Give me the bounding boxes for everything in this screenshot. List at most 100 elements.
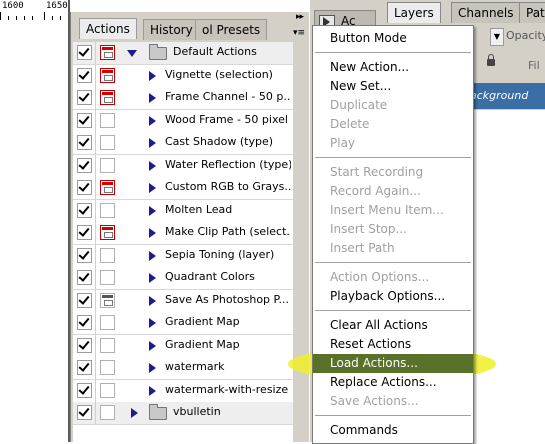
menu-item-action-options: Action Options...: [330, 270, 430, 284]
dialog-toggle-icon[interactable]: [100, 270, 115, 285]
expand-triangle-icon[interactable]: [149, 70, 156, 81]
action-row[interactable]: Sepia Toning (layer): [73, 244, 293, 268]
expand-triangle-icon[interactable]: [149, 340, 156, 351]
dialog-toggle-icon[interactable]: [100, 90, 115, 105]
tab-tool-presets[interactable]: ol Presets: [195, 19, 268, 40]
expand-triangle-icon[interactable]: [149, 138, 156, 148]
dialog-toggle-icon[interactable]: [100, 382, 115, 398]
toggle-checkbox[interactable]: [77, 292, 92, 308]
actions-flyout-menu: Button Mode New Action... New Set... Duplic…: [312, 25, 474, 444]
folder-icon: [149, 44, 167, 60]
dialog-toggle-icon[interactable]: [100, 225, 115, 240]
dialog-toggle-icon[interactable]: [100, 247, 115, 263]
menu-item-replace-actions[interactable]: Replace Actions...: [313, 373, 473, 392]
action-set-row[interactable]: Default Actions: [73, 42, 293, 65]
action-row[interactable]: Save As Photoshop P...: [73, 289, 293, 313]
action-row[interactable]: Gradient Map: [73, 312, 293, 335]
expand-triangle-icon[interactable]: [149, 205, 156, 216]
action-row[interactable]: Wood Frame - 50 pixel: [73, 109, 293, 133]
action-row[interactable]: Quadrant Colors: [73, 267, 293, 290]
expand-triangle-icon[interactable]: [149, 115, 156, 126]
lock-icon[interactable]: [487, 54, 495, 66]
toggle-checkbox[interactable]: [77, 90, 92, 105]
panel-collapse-icon[interactable]: ▸▸: [296, 12, 304, 22]
dialog-toggle-icon[interactable]: [100, 157, 115, 173]
action-set-row[interactable]: vbulletin: [73, 402, 293, 425]
menu-separator: [315, 262, 471, 263]
menu-item-new-action[interactable]: New Action...: [313, 58, 473, 77]
action-row[interactable]: Cast Shadow (type): [73, 132, 293, 155]
toggle-checkbox[interactable]: [77, 382, 92, 398]
dialog-toggle-icon[interactable]: [100, 67, 115, 83]
tab-actions[interactable]: Actions: [79, 18, 137, 39]
dialog-toggle-icon[interactable]: [100, 135, 115, 150]
action-row[interactable]: watermark-with-resize: [73, 379, 293, 403]
action-row[interactable]: Gradient Map: [73, 334, 293, 358]
toggle-checkbox[interactable]: [77, 360, 92, 375]
menu-item-load-actions[interactable]: Load Actions...: [313, 354, 473, 373]
column-divider: [95, 154, 96, 177]
action-row[interactable]: Custom RGB to Grays...: [73, 177, 293, 200]
toggle-checkbox[interactable]: [77, 135, 92, 150]
expand-triangle-icon[interactable]: [149, 93, 156, 103]
toggle-checkbox[interactable]: [77, 315, 92, 330]
expand-triangle-icon[interactable]: [149, 228, 156, 238]
expand-triangle-icon[interactable]: [149, 318, 156, 328]
menu-item-commands[interactable]: Commands: [313, 421, 473, 440]
menu-item-playback-options[interactable]: Playback Options...: [313, 287, 473, 306]
action-row[interactable]: Water Reflection (type): [73, 154, 293, 178]
action-row[interactable]: Vignette (selection): [73, 64, 293, 88]
expand-triangle-icon[interactable]: [149, 363, 156, 373]
action-label: watermark: [165, 360, 225, 373]
collapse-triangle-icon[interactable]: [127, 50, 137, 57]
expand-triangle-icon[interactable]: [149, 385, 156, 396]
menu-item-clear-all-actions[interactable]: Clear All Actions: [313, 316, 473, 335]
menu-separator: [315, 415, 471, 416]
dialog-toggle-icon[interactable]: [100, 112, 115, 128]
expand-triangle-icon[interactable]: [149, 250, 156, 261]
column-divider: [95, 199, 96, 222]
toggle-checkbox[interactable]: [77, 157, 92, 173]
dialog-toggle-icon[interactable]: [100, 45, 115, 60]
toggle-checkbox[interactable]: [77, 337, 92, 353]
menu-item-reset-actions[interactable]: Reset Actions: [313, 335, 473, 354]
dialog-toggle-icon[interactable]: [100, 405, 115, 420]
toggle-checkbox[interactable]: [77, 67, 92, 83]
toggle-checkbox[interactable]: [77, 247, 92, 263]
toggle-checkbox[interactable]: [77, 270, 92, 285]
toggle-checkbox[interactable]: [77, 180, 92, 195]
tab-layers[interactable]: Layers: [387, 2, 441, 23]
expand-triangle-icon[interactable]: [149, 295, 156, 306]
action-row[interactable]: Frame Channel - 50 p...: [73, 87, 293, 110]
expand-triangle-icon[interactable]: [149, 273, 156, 283]
dialog-toggle-icon[interactable]: [100, 337, 115, 353]
action-row[interactable]: Make Clip Path (select...: [73, 222, 293, 245]
expand-triangle-icon[interactable]: [131, 408, 138, 418]
panel-menu-icon[interactable]: ▾≡: [293, 28, 305, 38]
dialog-toggle-icon[interactable]: [100, 202, 115, 218]
blend-mode-dropdown[interactable]: ▼: [490, 28, 504, 46]
toggle-checkbox[interactable]: [77, 202, 92, 218]
dialog-toggle-icon[interactable]: [100, 292, 115, 308]
tab-history[interactable]: History: [143, 19, 200, 40]
toggle-checkbox[interactable]: [77, 225, 92, 240]
dialog-toggle-icon[interactable]: [100, 180, 115, 195]
scrollbar[interactable]: [295, 42, 309, 442]
menu-item-insert-path: Insert Path: [330, 241, 395, 255]
dialog-toggle-icon[interactable]: [100, 315, 115, 330]
expand-triangle-icon[interactable]: [149, 160, 156, 171]
action-row[interactable]: Molten Lead: [73, 199, 293, 223]
action-label: Vignette (selection): [165, 67, 273, 81]
tab-paths[interactable]: Path: [519, 2, 545, 23]
tab-channels[interactable]: Channels: [451, 2, 521, 23]
menu-item-new-set[interactable]: New Set...: [313, 77, 473, 96]
toggle-checkbox[interactable]: [77, 112, 92, 128]
expand-triangle-icon[interactable]: [149, 183, 156, 193]
toggle-checkbox[interactable]: [77, 45, 92, 60]
background-layer[interactable]: ackground: [470, 83, 545, 109]
toggle-checkbox[interactable]: [77, 405, 92, 420]
action-label: watermark-with-resize: [165, 382, 289, 396]
menu-item-button-mode[interactable]: Button Mode: [313, 29, 473, 48]
action-row[interactable]: watermark: [73, 357, 293, 380]
dialog-toggle-icon[interactable]: [100, 360, 115, 375]
